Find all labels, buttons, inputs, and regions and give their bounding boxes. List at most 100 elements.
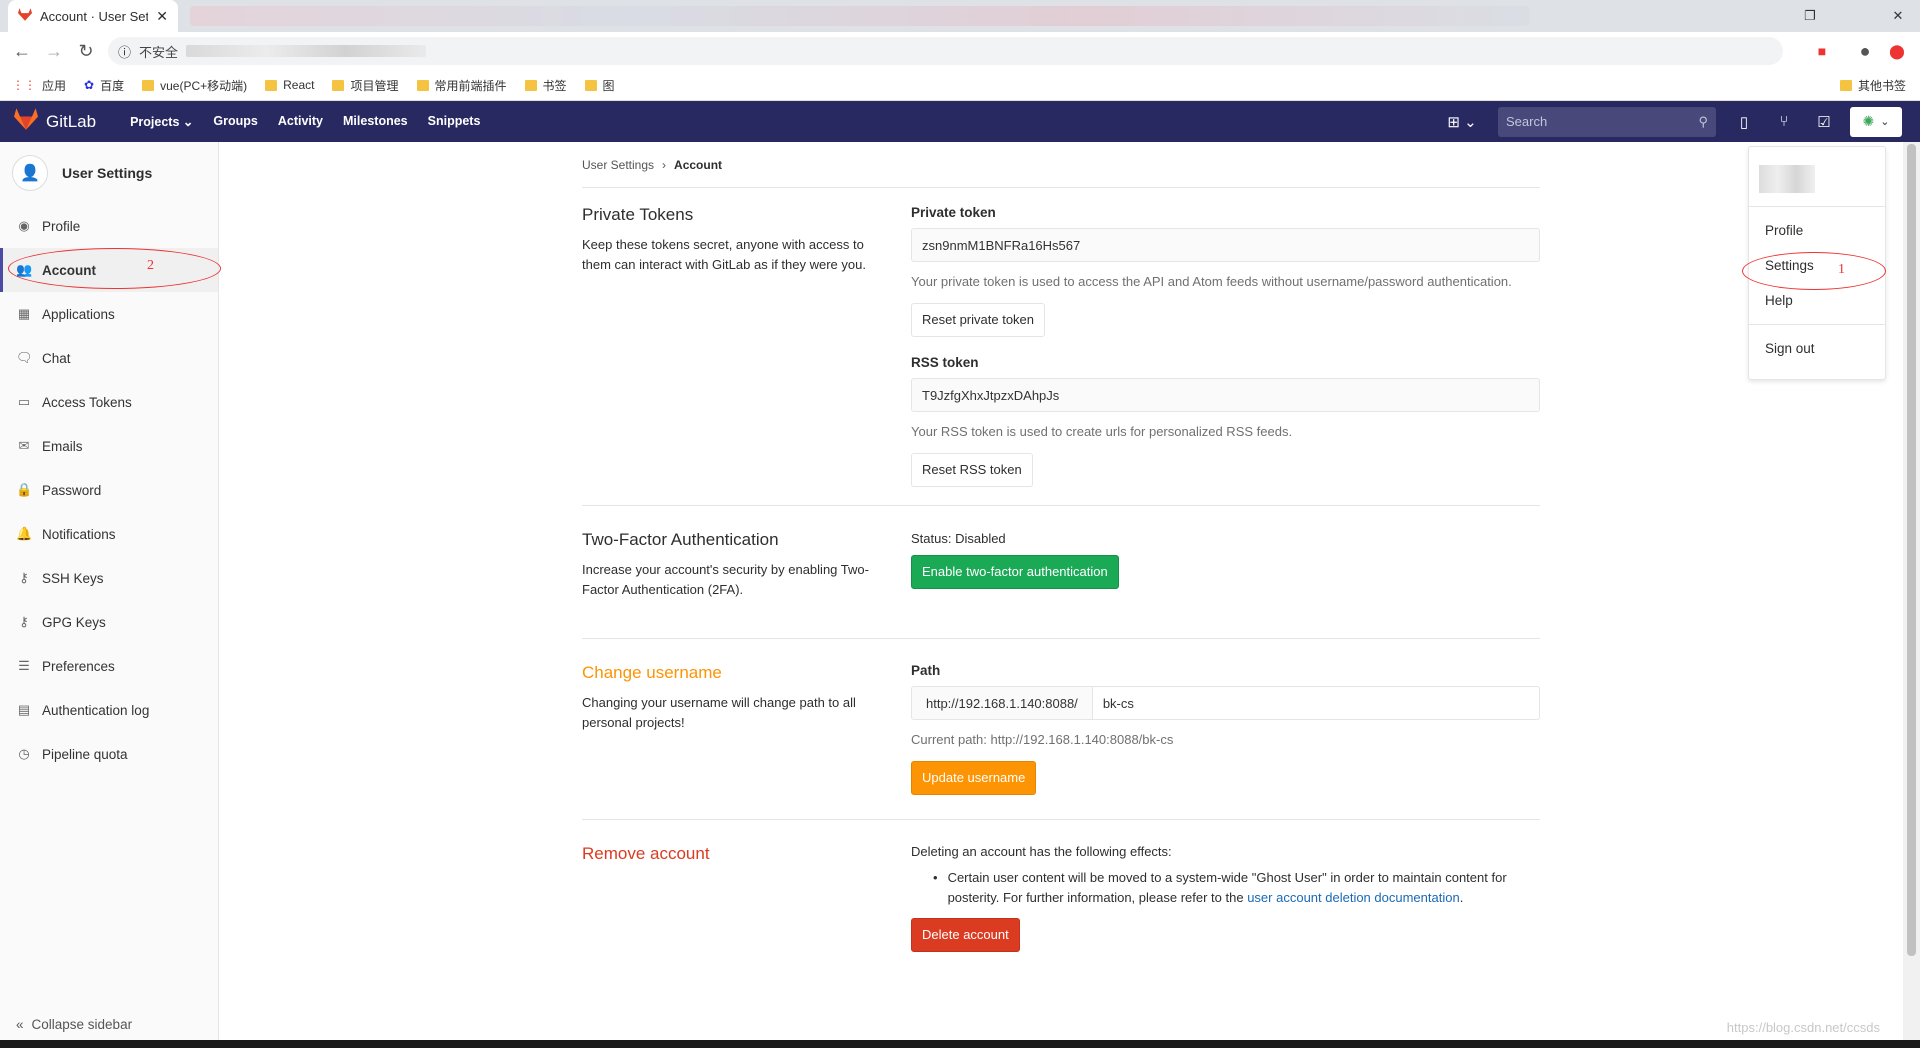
merge-request-icon[interactable]: ⑂ — [1764, 113, 1804, 130]
sidebar-item-authentication-log[interactable]: ▤ Authentication log — [0, 688, 218, 732]
deletion-docs-link[interactable]: user account deletion documentation — [1247, 890, 1459, 905]
sidebar-item-label: Pipeline quota — [42, 746, 128, 762]
two-factor-title: Two-Factor Authentication — [582, 530, 779, 549]
nav-groups[interactable]: Groups — [213, 114, 257, 129]
user-avatar-button[interactable]: ✺ ⌄ — [1850, 106, 1902, 137]
gitlab-tanuki-icon — [14, 108, 38, 135]
annotation-number-1: 1 — [1838, 262, 1845, 277]
apps-grid-icon: ⋮⋮ — [12, 78, 36, 92]
two-factor-section: Two-Factor Authentication Increase your … — [582, 506, 1540, 639]
restore-icon[interactable]: ❐ — [1788, 0, 1832, 32]
minimize-icon[interactable] — [1832, 0, 1876, 32]
bookmark-other[interactable]: 其他书签 — [1839, 77, 1906, 94]
reset-rss-token-button[interactable]: Reset RSS token — [911, 453, 1033, 487]
delete-account-button[interactable]: Delete account — [911, 918, 1020, 952]
nav-milestones[interactable]: Milestones — [343, 114, 408, 129]
reset-private-token-button[interactable]: Reset private token — [911, 303, 1046, 337]
address-bar: ← → ↻ ⓘ 不安全 ■ ● ⬤ — [0, 32, 1920, 70]
private-token-field[interactable]: zsn9nmM1BNFRa16Hs567 — [911, 228, 1540, 262]
bookmark-baidu[interactable]: ✿ 百度 — [84, 77, 124, 94]
window-close-icon[interactable]: ✕ — [1876, 0, 1920, 32]
browser-tab-active[interactable]: Account · User Set ✕ — [8, 0, 178, 32]
sidebar-item-applications[interactable]: ▦ Applications — [0, 292, 218, 336]
username-input[interactable]: bk-cs — [1092, 686, 1540, 720]
nav-snippets[interactable]: Snippets — [428, 114, 481, 129]
breadcrumb-current[interactable]: Account — [674, 158, 722, 172]
private-tokens-title: Private Tokens — [582, 205, 694, 224]
account-circle-icon[interactable]: ● — [1853, 39, 1877, 63]
sidebar-item-notifications[interactable]: 🔔 Notifications — [0, 512, 218, 556]
enable-2fa-button[interactable]: Enable two-factor authentication — [911, 555, 1119, 589]
blurred-url — [186, 45, 427, 57]
avatar-icon: ✺ — [1862, 113, 1875, 129]
search-input[interactable]: Search ⚲ — [1498, 106, 1716, 137]
gitlab-logo[interactable]: GitLab — [14, 108, 96, 135]
sidebar-item-label: Password — [42, 482, 102, 498]
sidebar-toggle-icon[interactable]: ▯ — [1724, 113, 1764, 131]
forward-icon[interactable]: → — [42, 39, 66, 63]
baidu-paw-icon: ✿ — [84, 78, 95, 92]
sidebar-item-pipeline-quota[interactable]: ◷ Pipeline quota — [0, 732, 218, 776]
folder-icon — [265, 79, 278, 91]
bookmark-apps[interactable]: ⋮⋮ 应用 — [12, 77, 66, 94]
folder-icon — [416, 79, 429, 91]
sidebar-item-profile[interactable]: ◉ Profile — [0, 204, 218, 248]
breadcrumb-parent[interactable]: User Settings — [582, 158, 654, 172]
back-icon[interactable]: ← — [10, 39, 34, 63]
remove-account-effect-text: Certain user content will be moved to a … — [947, 870, 1507, 905]
sidebar-item-label: SSH Keys — [42, 570, 104, 586]
folder-icon — [524, 79, 537, 91]
sidebar-item-label: Chat — [42, 350, 71, 366]
brand-name: GitLab — [46, 111, 97, 131]
sidebar-item-access-tokens[interactable]: ▭ Access Tokens — [0, 380, 218, 424]
nav-activity[interactable]: Activity — [278, 114, 323, 129]
nav-projects[interactable]: Projects ⌄ — [130, 114, 193, 129]
bookmark-project[interactable]: 项目管理 — [332, 77, 399, 94]
rss-token-help: Your RSS token is used to create urls fo… — [911, 424, 1293, 439]
blurred-username — [1759, 165, 1815, 193]
sidebar-item-label: Notifications — [42, 526, 116, 542]
bookmark-shuqian[interactable]: 书签 — [524, 77, 567, 94]
annotation-circle-settings — [1742, 252, 1886, 290]
update-username-button[interactable]: Update username — [911, 761, 1037, 795]
bookmark-tu[interactable]: 图 — [584, 77, 615, 94]
sidebar-item-password[interactable]: 🔒 Password — [0, 468, 218, 512]
double-chevron-left-icon: « — [16, 1017, 24, 1032]
extension-icon[interactable]: ■ — [1810, 39, 1834, 63]
bookmark-react[interactable]: React — [265, 78, 314, 92]
remove-account-title: Remove account — [582, 844, 710, 863]
tab-close-icon[interactable]: ✕ — [156, 8, 168, 25]
quota-icon: ◷ — [18, 746, 30, 761]
rss-token-label: RSS token — [911, 355, 979, 370]
sidebar-item-gpg-keys[interactable]: ⚷ GPG Keys — [0, 600, 218, 644]
sidebar-item-chat[interactable]: 🗨 Chat — [0, 336, 218, 380]
browser-tab-strip: Account · User Set ✕ ❐ ✕ — [0, 0, 1920, 32]
reload-icon[interactable]: ↻ — [74, 39, 98, 63]
sidebar-item-label: Preferences — [42, 658, 115, 674]
dropdown-sign-out[interactable]: Sign out — [1749, 331, 1885, 366]
change-username-title: Change username — [582, 663, 722, 682]
sidebar-item-emails[interactable]: ✉ Emails — [0, 424, 218, 468]
rss-token-field[interactable]: T9JzfgXhxJtpzxDAhpJs — [911, 378, 1540, 412]
sidebar-title: User Settings — [62, 165, 153, 181]
todo-check-icon[interactable]: ☑ — [1804, 113, 1844, 131]
bookmark-vue[interactable]: vue(PC+移动端) — [142, 77, 247, 94]
dropdown-profile[interactable]: Profile — [1749, 213, 1885, 248]
new-plus-icon[interactable]: ⊞ ⌄ — [1442, 113, 1482, 131]
scrollbar-thumb[interactable] — [1907, 144, 1916, 956]
private-token-help: Your private token is used to access the… — [911, 274, 1512, 289]
bookmark-plugins[interactable]: 常用前端插件 — [416, 77, 507, 94]
extension-red-icon[interactable]: ⬤ — [1885, 39, 1909, 63]
sidebar-item-label: Authentication log — [42, 702, 150, 718]
sidebar-item-ssh-keys[interactable]: ⚷ SSH Keys — [0, 556, 218, 600]
url-field[interactable]: ⓘ 不安全 — [108, 37, 1783, 65]
path-input-group: http://192.168.1.140:8088/ bk-cs — [911, 686, 1540, 720]
sidebar-header[interactable]: 👤 User Settings — [0, 142, 218, 204]
user-avatar-icon: 👤 — [12, 155, 48, 191]
dropdown-user-info — [1749, 147, 1885, 207]
sidebar-item-preferences[interactable]: ☰ Preferences — [0, 644, 218, 688]
tab-title: Account · User Set — [40, 8, 149, 24]
collapse-sidebar-button[interactable]: « Collapse sidebar — [16, 1017, 132, 1032]
page-scrollbar[interactable] — [1903, 142, 1920, 1040]
log-icon: ▤ — [17, 702, 31, 717]
